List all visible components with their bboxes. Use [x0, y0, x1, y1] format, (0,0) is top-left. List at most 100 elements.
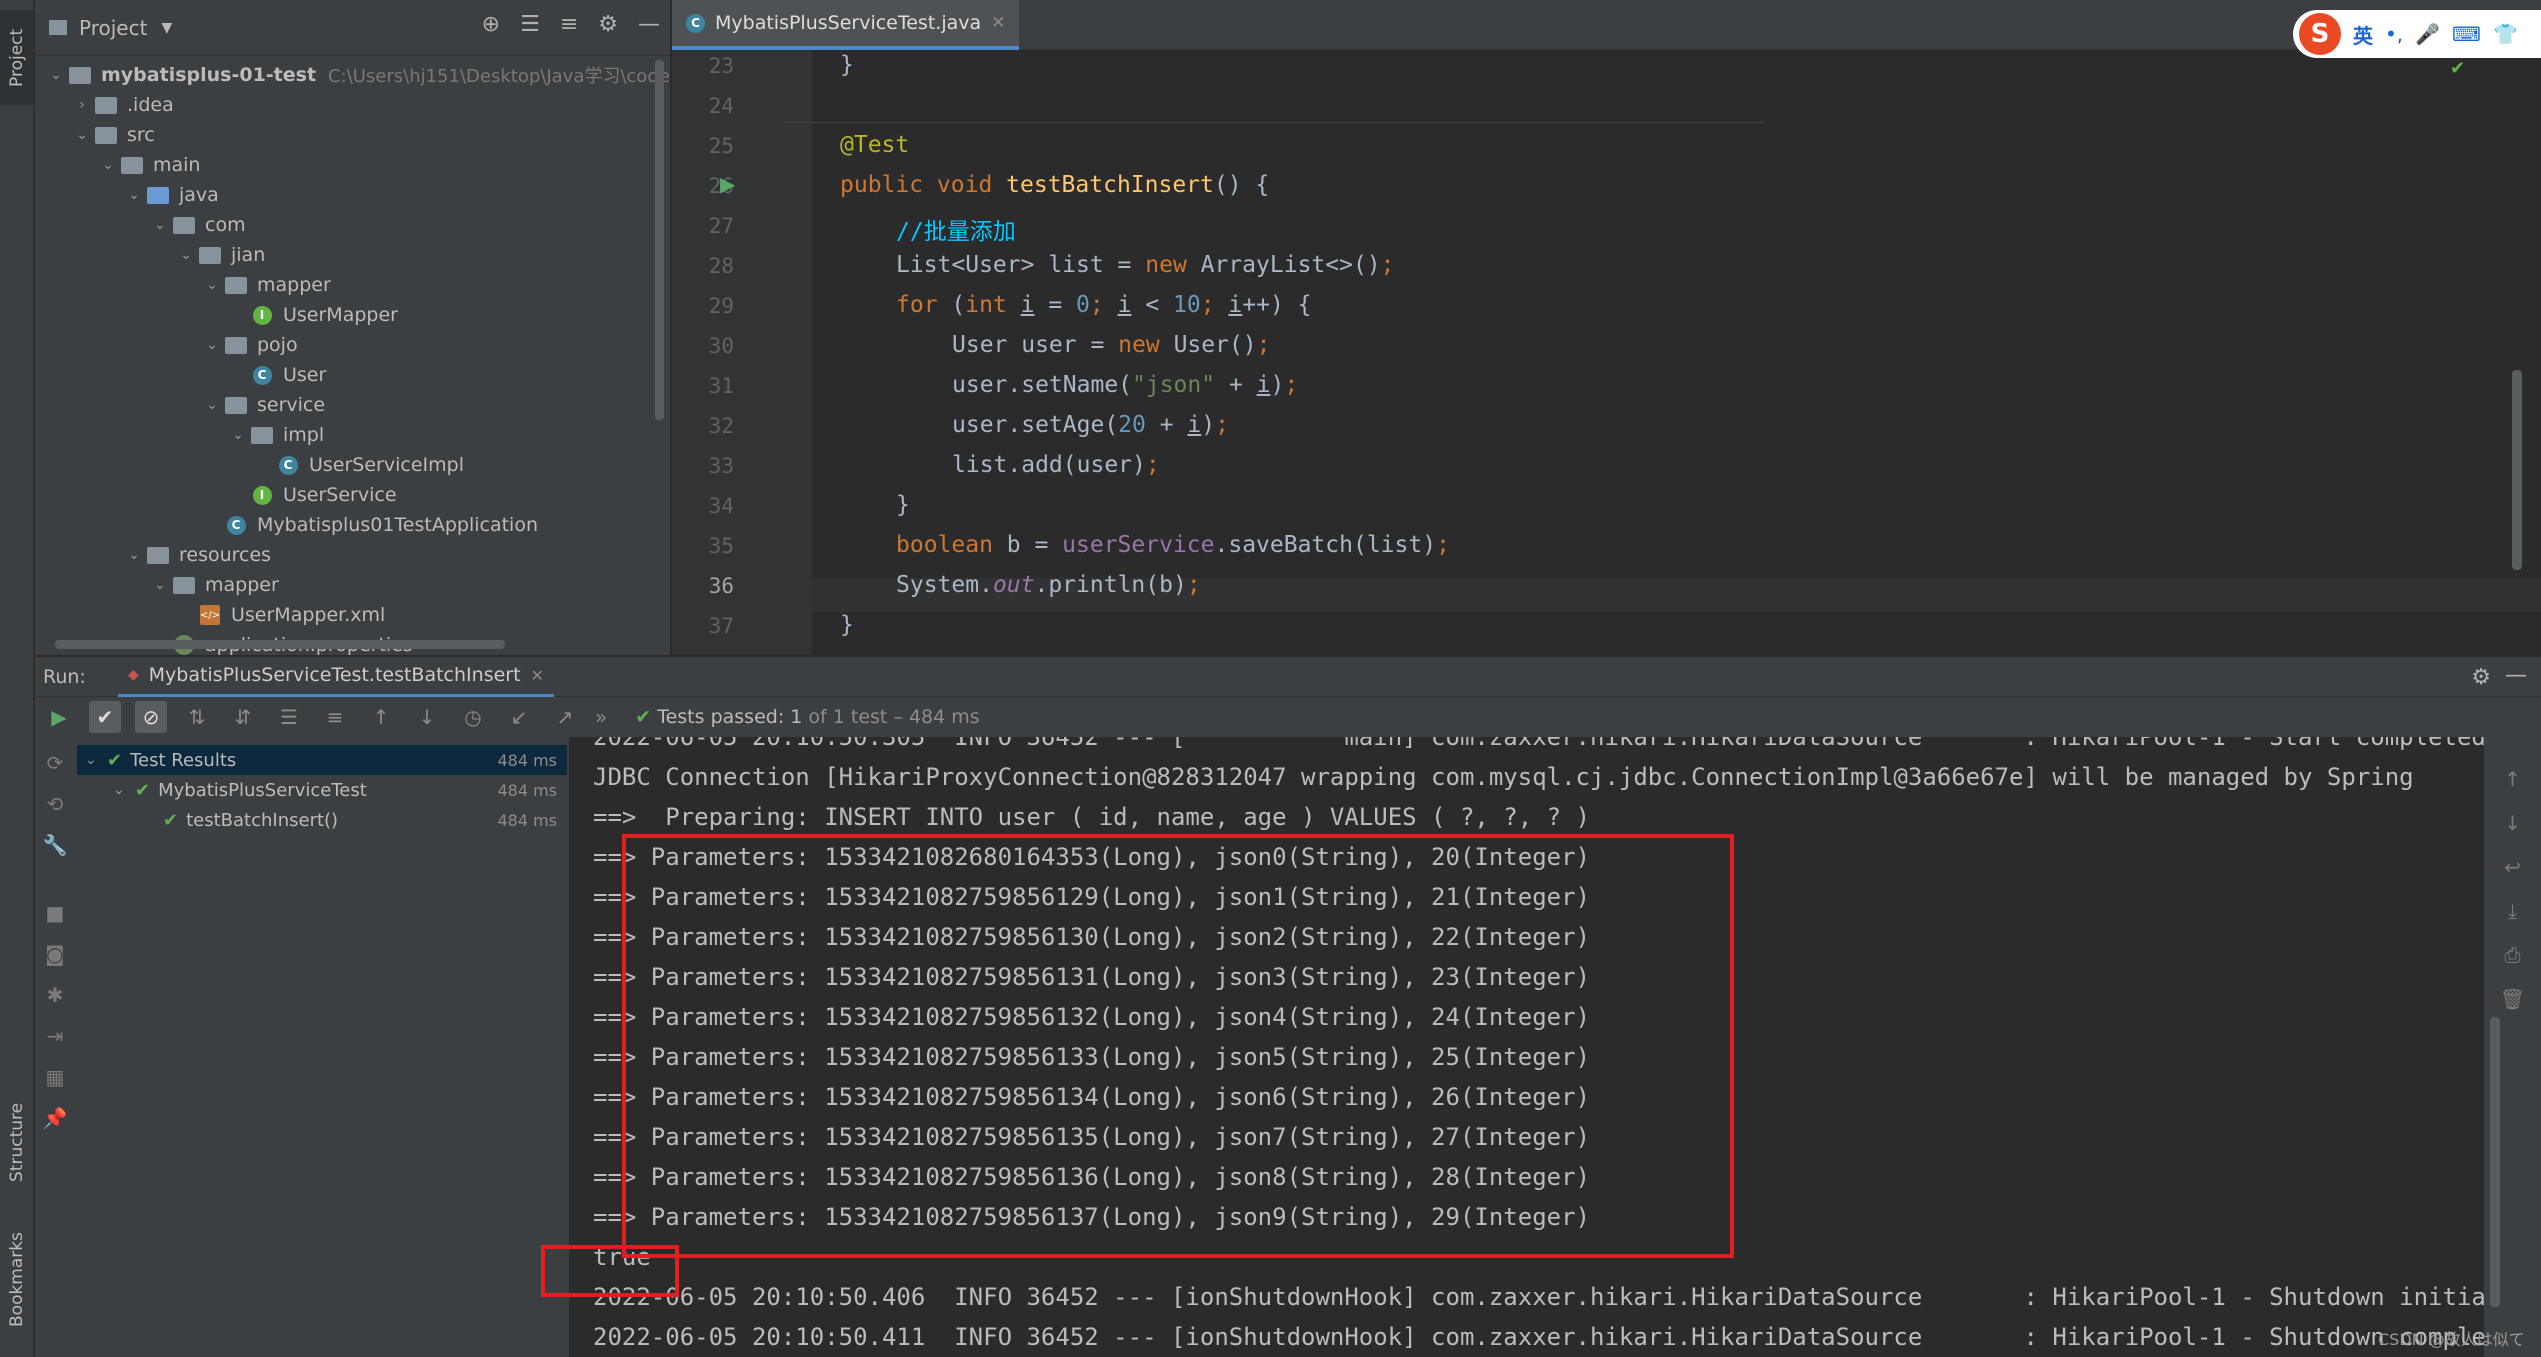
tree-item-label: mybatisplus-01-test: [101, 64, 317, 86]
chevron-down-icon[interactable]: ⌄: [113, 782, 135, 798]
ime-toolbar[interactable]: S 英 •, 🎤 ⌨ 👕: [2293, 10, 2541, 58]
tree-item[interactable]: › .idea: [71, 90, 174, 120]
expand-all-icon[interactable]: ☰: [273, 701, 305, 733]
history-icon[interactable]: ◷: [457, 701, 489, 733]
gear-icon[interactable]: ⚙: [598, 12, 618, 37]
skin-icon[interactable]: 👕: [2493, 22, 2518, 46]
test-tree-item[interactable]: ⌄ ✔ Test Results 484 ms: [77, 745, 567, 775]
sort-alpha-icon[interactable]: ⇅: [181, 701, 213, 733]
minimize-icon[interactable]: —: [638, 12, 660, 37]
debug-settings-icon[interactable]: ✱: [47, 983, 64, 1007]
tree-item[interactable]: I UserMapper: [227, 300, 398, 330]
tree-item-label: pojo: [257, 334, 298, 356]
punctuation-icon[interactable]: •,: [2385, 22, 2403, 46]
tree-item-label: src: [127, 124, 155, 146]
tree-item[interactable]: C UserServiceImpl: [253, 450, 464, 480]
tree-item[interactable]: ⌄ java: [123, 180, 219, 210]
chevron-down-icon[interactable]: ⌄: [85, 752, 107, 768]
chevron-down-icon[interactable]: ⌄: [227, 427, 249, 443]
export-tests-icon[interactable]: ↗: [549, 701, 581, 733]
bookmarks-tool-tab[interactable]: Bookmarks: [0, 1215, 34, 1345]
tree-item[interactable]: ⌄ com: [149, 210, 245, 240]
keyboard-icon[interactable]: ⌨: [2452, 22, 2481, 46]
locate-icon[interactable]: ⊕: [482, 12, 500, 37]
tree-item[interactable]: ⌄ main: [97, 150, 200, 180]
show-ignored-icon[interactable]: ⊘: [135, 701, 167, 733]
chevron-down-icon[interactable]: ⌄: [201, 337, 223, 353]
test-tree-item[interactable]: ✔ testBatchInsert() 484 ms: [77, 805, 567, 835]
ime-mode-label[interactable]: 英: [2353, 20, 2373, 49]
previous-failed-icon[interactable]: ↑: [365, 701, 397, 733]
run-test-gutter-icon[interactable]: ▶: [720, 172, 735, 196]
soft-wrap-icon[interactable]: ↩: [2504, 855, 2521, 879]
wrench-icon[interactable]: 🔧: [43, 833, 68, 857]
tree-item[interactable]: ⌄ mapper: [201, 270, 331, 300]
tree-item[interactable]: ⌄ mapper: [149, 570, 279, 600]
project-scrollbar[interactable]: [655, 60, 664, 420]
chevron-down-icon[interactable]: ▼: [161, 20, 172, 36]
next-failed-icon[interactable]: ↓: [411, 701, 443, 733]
show-passed-icon[interactable]: ✔: [89, 701, 121, 733]
project-h-scrollbar[interactable]: [55, 640, 505, 649]
test-tree-label: MybatisPlusServiceTest: [158, 779, 367, 801]
line-number: 25: [708, 134, 734, 158]
sort-duration-icon[interactable]: ⇵: [227, 701, 259, 733]
code-line-37: }: [840, 612, 854, 638]
tree-item[interactable]: </> UserMapper.xml: [175, 600, 385, 630]
exit-icon[interactable]: ⇥: [47, 1024, 64, 1048]
tree-item[interactable]: C User: [227, 360, 326, 390]
rerun-failed-icon[interactable]: ⟳: [47, 751, 64, 775]
stop-icon[interactable]: ■: [46, 901, 65, 925]
print-icon[interactable]: ⎙: [2505, 943, 2521, 967]
tree-item[interactable]: C Mybatisplus01TestApplication: [201, 510, 538, 540]
up-arrow-icon[interactable]: ↑: [2504, 767, 2521, 791]
chevron-down-icon[interactable]: ⌄: [175, 247, 197, 263]
chevron-down-icon[interactable]: ⌄: [149, 577, 171, 593]
down-arrow-icon[interactable]: ↓: [2504, 811, 2521, 835]
scroll-to-end-icon[interactable]: ⤓: [2508, 899, 2517, 923]
test-tree-item[interactable]: ⌄ ✔ MybatisPlusServiceTest 484 ms: [77, 775, 567, 805]
tree-item[interactable]: ⌄ service: [201, 390, 325, 420]
chevron-down-icon[interactable]: ⌄: [97, 157, 119, 173]
tree-item[interactable]: ⌄ pojo: [201, 330, 298, 360]
chevron-right-icon[interactable]: ›: [71, 97, 93, 113]
code-editor[interactable]: C MybatisPlusServiceTest.java ✕ 23 24 25 26…: [672, 0, 2541, 655]
rerun-icon[interactable]: ▶: [43, 701, 75, 733]
chevron-down-icon[interactable]: ⌄: [149, 217, 171, 233]
pin-icon[interactable]: 📌: [43, 1106, 68, 1130]
project-panel-title[interactable]: Project: [79, 16, 147, 40]
editor-scrollbar[interactable]: [2512, 370, 2522, 570]
console-line: 2022-06-05 20:10:50.305 INFO 36452 --- […: [593, 737, 2484, 751]
inspection-ok-icon[interactable]: ✔: [2450, 58, 2465, 79]
tree-item[interactable]: I UserService: [227, 480, 397, 510]
tree-item[interactable]: ⌄ resources: [123, 540, 271, 570]
chevron-down-icon[interactable]: ⌄: [201, 397, 223, 413]
structure-tool-tab[interactable]: Structure: [0, 1085, 34, 1200]
editor-tab[interactable]: C MybatisPlusServiceTest.java ✕: [672, 0, 1020, 50]
tree-item[interactable]: ⌄ jian: [175, 240, 265, 270]
microphone-icon[interactable]: 🎤: [2415, 22, 2440, 46]
run-config-tab[interactable]: ◆ MybatisPlusServiceTest.testBatchInsert…: [117, 657, 554, 697]
code-line-28: List<User> list = new ArrayList<>();: [896, 252, 1395, 278]
project-tool-tab[interactable]: Project: [0, 10, 34, 105]
trash-icon[interactable]: 🗑: [2500, 987, 2525, 1011]
camera-icon[interactable]: ◙: [45, 942, 64, 966]
chevron-down-icon[interactable]: ⌄: [201, 277, 223, 293]
tree-item[interactable]: ⌄ src: [71, 120, 155, 150]
chevron-down-icon[interactable]: ⌄: [123, 187, 145, 203]
collapse-all-icon[interactable]: ≡: [560, 12, 578, 37]
toggle-autotest-icon[interactable]: ⟲: [47, 792, 64, 816]
more-icon[interactable]: »: [595, 705, 607, 729]
close-icon[interactable]: ✕: [531, 666, 544, 685]
collapse-all-icon[interactable]: ≡: [319, 701, 351, 733]
tree-item[interactable]: ⌄ mybatisplus-01-test C:\Users\hj151\Deskt…: [45, 60, 670, 90]
import-tests-icon[interactable]: ↙: [503, 701, 535, 733]
chevron-down-icon[interactable]: ⌄: [45, 67, 67, 83]
expand-all-icon[interactable]: ☰: [520, 12, 540, 37]
close-icon[interactable]: ✕: [991, 13, 1005, 33]
sogou-logo[interactable]: S: [2299, 13, 2341, 55]
chevron-down-icon[interactable]: ⌄: [71, 127, 93, 143]
chevron-down-icon[interactable]: ⌄: [123, 547, 145, 563]
tree-item[interactable]: ⌄ impl: [227, 420, 324, 450]
layout-icon[interactable]: ▦: [46, 1065, 65, 1089]
